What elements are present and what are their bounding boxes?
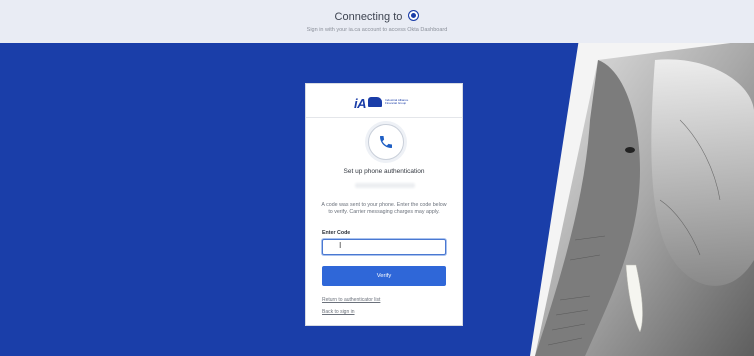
connecting-title: Connecting to xyxy=(0,10,754,23)
enter-code-label: Enter Code xyxy=(322,230,351,236)
brand-name: Industrial Alliance Financial Group xyxy=(385,98,409,106)
auth-card: iA Industrial Alliance Financial Group S… xyxy=(305,83,463,326)
connecting-subtitle: Sign in with your ia.ca account to acces… xyxy=(306,27,448,33)
ia-logo-circle-icon xyxy=(408,10,420,21)
connecting-title-text: Connecting to xyxy=(334,11,403,23)
text-cursor-icon: I xyxy=(339,241,342,250)
brand-header: iA Industrial Alliance Financial Group xyxy=(306,84,462,118)
top-banner: Connecting to Sign in with your ia.ca ac… xyxy=(0,0,754,43)
phone-icon xyxy=(368,124,404,160)
return-to-authenticator-list-link[interactable]: Return to authenticator list xyxy=(322,297,380,303)
brand-mark: iA xyxy=(354,96,367,111)
verify-button[interactable]: Verify xyxy=(322,266,446,286)
elephant-logo-icon xyxy=(368,97,382,107)
blurred-phone-number xyxy=(355,183,415,188)
back-to-sign-in-link[interactable]: Back to sign in xyxy=(322,309,355,315)
phone-glyph xyxy=(380,136,392,148)
instructions-text: A code was sent to your phone. Enter the… xyxy=(321,202,447,216)
card-title: Set up phone authentication xyxy=(343,168,425,175)
